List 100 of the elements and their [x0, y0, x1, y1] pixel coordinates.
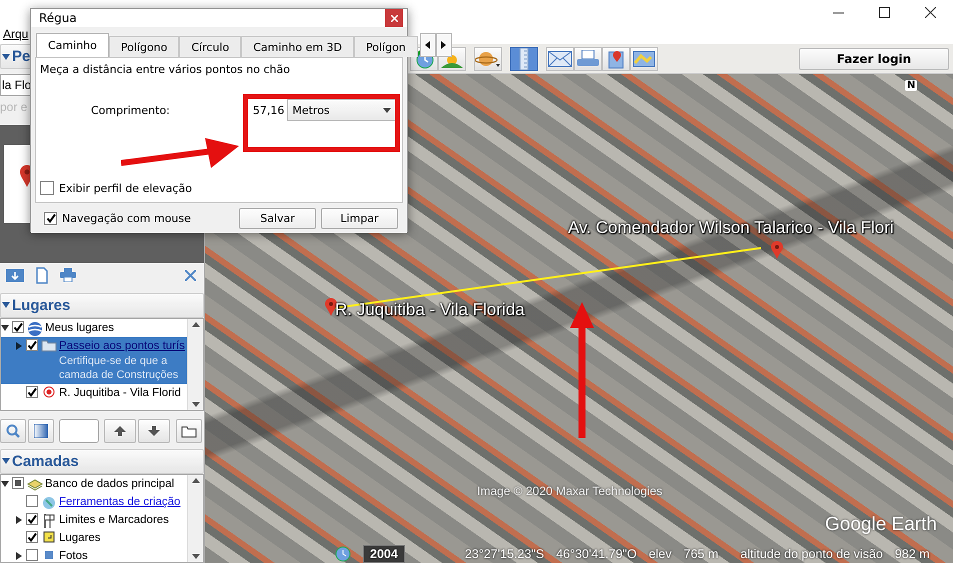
panel-header[interactable]: Camadas: [0, 448, 204, 474]
up-arrow-icon: [114, 426, 126, 436]
toolbar-button[interactable]: [574, 46, 602, 70]
dialog-button[interactable]: Limpar: [321, 208, 398, 228]
checkbox[interactable]: [26, 386, 38, 398]
printer-icon: [577, 50, 599, 68]
tree-item-label[interactable]: R. Juquitiba - Vila Florid: [59, 386, 181, 402]
folder-icon: [181, 424, 197, 438]
map-pin-icon: [608, 48, 624, 68]
checkbox-label: Navegação com mouse: [62, 212, 191, 224]
login-button[interactable]: Fazer login: [799, 48, 949, 70]
elevation-value: 765 m: [684, 547, 718, 561]
scroll-down-icon[interactable]: [192, 554, 200, 559]
tab[interactable]: Caminho em 3D: [241, 36, 354, 57]
collapse-arrow-icon[interactable]: [2, 457, 10, 466]
historical-year[interactable]: 2004: [363, 545, 405, 563]
toolbar-button[interactable]: [546, 46, 574, 70]
tree-item-label[interactable]: Lugares: [59, 531, 101, 546]
checkbox[interactable]: [40, 181, 54, 195]
scrollbar[interactable]: [187, 319, 203, 410]
dialog-button[interactable]: Salvar: [239, 208, 316, 228]
tab-scroll-right-button[interactable]: [436, 33, 452, 57]
hint-field[interactable]: por e: [0, 98, 60, 117]
tree-item-link[interactable]: Ferramentas de criação: [59, 495, 180, 510]
compass-north[interactable]: N: [905, 80, 918, 91]
layers-stack-icon: [26, 477, 42, 492]
folder-button[interactable]: [176, 419, 202, 444]
ruler-icon: [519, 48, 529, 70]
close-button[interactable]: [385, 9, 403, 27]
toolbar-button[interactable]: [602, 46, 630, 70]
checkbox[interactable]: [26, 531, 38, 544]
map-image-icon: [633, 50, 655, 66]
target-pin-icon: [42, 386, 54, 398]
brand-logo: Google Earth: [825, 514, 937, 536]
scroll-up-icon[interactable]: [192, 478, 200, 484]
expand-arrow-icon[interactable]: [15, 516, 23, 524]
eye-altitude-label: altitude do ponto de visão: [740, 547, 883, 561]
menu-item[interactable]: Arqu: [3, 27, 28, 41]
tree-item-link[interactable]: Passeio aos pontos turís: [59, 339, 187, 354]
move-down-button[interactable]: [138, 419, 170, 444]
dropdown-value: Metros: [292, 104, 330, 116]
move-up-button[interactable]: [104, 419, 136, 444]
tree-item-label[interactable]: Fotos: [59, 549, 88, 562]
tree-item-label[interactable]: Limites e Marcadores: [59, 513, 169, 528]
scroll-up-icon[interactable]: [192, 322, 200, 328]
search-icon: [6, 424, 20, 438]
tree-item-label[interactable]: Banco de dados principal: [45, 477, 174, 492]
toolbar-button[interactable]: [474, 46, 502, 70]
add-folder-icon[interactable]: [6, 268, 24, 282]
toolbar-button[interactable]: [630, 46, 658, 70]
longitude: 46°30'41.79"O: [556, 547, 637, 561]
dropdown-caret-icon: [383, 108, 391, 112]
left-triangle-icon: [425, 41, 430, 49]
check-icon: [26, 339, 38, 352]
tree-item-label[interactable]: Meus lugares: [45, 321, 114, 336]
panel-title: Lugares: [12, 296, 70, 314]
measure-description: Meça a distância entre vários pontos no chão: [40, 63, 291, 76]
selected-tree-row[interactable]: Passeio aos pontos turís Certifique-se de que a camada de Construções: [1, 337, 187, 384]
map-pin-icon: [771, 241, 783, 259]
checkbox[interactable]: [26, 549, 38, 562]
map-pin-icon: [325, 298, 337, 316]
copy-icon[interactable]: [36, 266, 48, 284]
length-label: Comprimento:: [91, 104, 171, 116]
checkbox[interactable]: [12, 321, 24, 334]
scroll-down-icon[interactable]: [192, 402, 200, 407]
down-arrow-icon: [148, 426, 160, 436]
checkbox[interactable]: [12, 477, 24, 490]
checkbox[interactable]: [26, 495, 38, 508]
place-square-icon: [42, 531, 54, 544]
toolbar-button[interactable]: [510, 46, 538, 70]
close-icon[interactable]: [924, 6, 936, 18]
tour-field[interactable]: [59, 419, 99, 444]
tab[interactable]: Polígon: [354, 36, 418, 57]
tab[interactable]: Polígono: [108, 36, 180, 57]
expand-arrow-icon[interactable]: [15, 552, 23, 560]
panel-title: Camadas: [12, 452, 79, 470]
tab[interactable]: Caminho: [36, 33, 109, 57]
checkbox[interactable]: [26, 513, 38, 526]
globe-tools-icon: [40, 495, 56, 512]
collapse-arrow-icon[interactable]: [2, 301, 10, 310]
search-button[interactable]: [0, 419, 26, 444]
print-icon[interactable]: [60, 268, 76, 282]
collapse-arrow-icon[interactable]: [1, 480, 9, 488]
maximize-icon[interactable]: [878, 6, 890, 18]
checkbox[interactable]: [26, 339, 38, 352]
panel-header[interactable]: Lugares: [0, 292, 204, 318]
tab-scroll-left-button[interactable]: [420, 33, 436, 57]
collapse-arrow-icon[interactable]: [2, 52, 10, 61]
elevation-label: elev: [648, 547, 672, 561]
unit-dropdown[interactable]: Metros: [287, 99, 398, 121]
time-slider-icon[interactable]: [335, 546, 351, 562]
scrollbar[interactable]: [187, 475, 203, 562]
flag-icon: [42, 513, 56, 530]
checkbox[interactable]: [44, 212, 57, 224]
check-icon: [26, 386, 38, 398]
tab[interactable]: Círculo: [179, 36, 242, 57]
overlay-button[interactable]: [28, 419, 54, 444]
check-icon: [26, 513, 38, 526]
collapse-arrow-icon[interactable]: [1, 324, 9, 332]
globe-icon: [26, 321, 42, 338]
